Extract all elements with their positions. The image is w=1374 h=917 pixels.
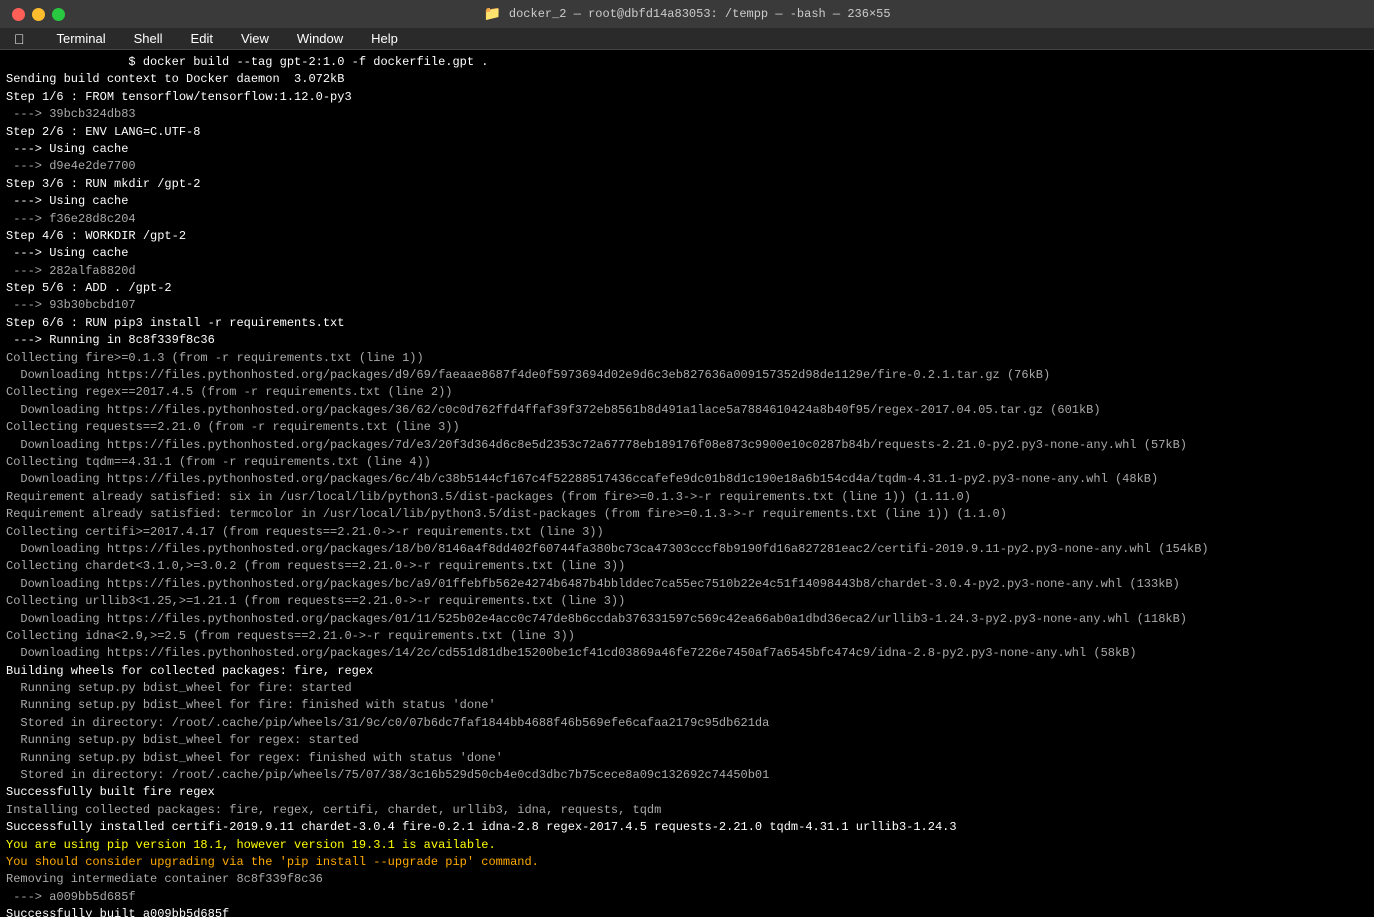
apple-menu[interactable]:  xyxy=(8,29,31,49)
terminal-line: Collecting chardet<3.1.0,>=3.0.2 (from r… xyxy=(6,558,1368,575)
terminal-line: Requirement already satisfied: termcolor… xyxy=(6,506,1368,523)
terminal-line: ---> 39bcb324db83 xyxy=(6,106,1368,123)
terminal-line: Building wheels for collected packages: … xyxy=(6,663,1368,680)
help-menu[interactable]: Help xyxy=(365,29,404,48)
terminal-line: ---> 93b30bcbd107 xyxy=(6,297,1368,314)
terminal-line: Collecting tqdm==4.31.1 (from -r require… xyxy=(6,454,1368,471)
terminal-line: Collecting requests==2.21.0 (from -r req… xyxy=(6,419,1368,436)
terminal-line: Downloading https://files.pythonhosted.o… xyxy=(6,402,1368,419)
terminal-line: Step 4/6 : WORKDIR /gpt-2 xyxy=(6,228,1368,245)
terminal-line: Step 5/6 : ADD . /gpt-2 xyxy=(6,280,1368,297)
minimize-button[interactable] xyxy=(32,8,45,21)
terminal-line: Requirement already satisfied: six in /u… xyxy=(6,489,1368,506)
menu-bar:  Terminal Shell Edit View Window Help xyxy=(0,28,1374,50)
terminal-line: Successfully installed certifi-2019.9.11… xyxy=(6,819,1368,836)
maximize-button[interactable] xyxy=(52,8,65,21)
terminal-line: Removing intermediate container 8c8f339f… xyxy=(6,871,1368,888)
terminal-content[interactable]: $ docker build --tag gpt-2:1.0 -f docker… xyxy=(0,50,1374,917)
edit-menu[interactable]: Edit xyxy=(185,29,219,48)
terminal-line: Downloading https://files.pythonhosted.o… xyxy=(6,471,1368,488)
terminal-line: Successfully built a009bb5d685f xyxy=(6,906,1368,917)
terminal-line: Successfully built fire regex xyxy=(6,784,1368,801)
terminal-line: Step 6/6 : RUN pip3 install -r requireme… xyxy=(6,315,1368,332)
terminal-line: Sending build context to Docker daemon 3… xyxy=(6,71,1368,88)
window-menu[interactable]: Window xyxy=(291,29,349,48)
terminal-line: Step 2/6 : ENV LANG=C.UTF-8 xyxy=(6,124,1368,141)
terminal-line: Running setup.py bdist_wheel for regex: … xyxy=(6,750,1368,767)
terminal-line: Collecting idna<2.9,>=2.5 (from requests… xyxy=(6,628,1368,645)
terminal-line: Step 1/6 : FROM tensorflow/tensorflow:1.… xyxy=(6,89,1368,106)
terminal-line: Downloading https://files.pythonhosted.o… xyxy=(6,367,1368,384)
terminal-line: Downloading https://files.pythonhosted.o… xyxy=(6,611,1368,628)
terminal-line: Collecting certifi>=2017.4.17 (from requ… xyxy=(6,524,1368,541)
traffic-lights xyxy=(12,8,65,21)
terminal-line: ---> Using cache xyxy=(6,193,1368,210)
view-menu[interactable]: View xyxy=(235,29,275,48)
title-bar: 📁 docker_2 — root@dbfd14a83053: /tempp —… xyxy=(0,0,1374,28)
terminal-line: $ docker build --tag gpt-2:1.0 -f docker… xyxy=(6,54,1368,71)
window-title: docker_2 — root@dbfd14a83053: /tempp — -… xyxy=(509,7,891,21)
shell-menu[interactable]: Shell xyxy=(128,29,169,48)
terminal-line: ---> d9e4e2de7700 xyxy=(6,158,1368,175)
terminal-line: ---> a009bb5d685f xyxy=(6,889,1368,906)
terminal-line: Collecting fire>=0.1.3 (from -r requirem… xyxy=(6,350,1368,367)
terminal-line: Running setup.py bdist_wheel for regex: … xyxy=(6,732,1368,749)
terminal-line: Stored in directory: /root/.cache/pip/wh… xyxy=(6,715,1368,732)
terminal-line: ---> Running in 8c8f339f8c36 xyxy=(6,332,1368,349)
terminal-line: Collecting urllib3<1.25,>=1.21.1 (from r… xyxy=(6,593,1368,610)
terminal-line: You should consider upgrading via the 'p… xyxy=(6,854,1368,871)
terminal-line: You are using pip version 18.1, however … xyxy=(6,837,1368,854)
folder-icon: 📁 xyxy=(483,6,500,23)
terminal-line: Downloading https://files.pythonhosted.o… xyxy=(6,576,1368,593)
terminal-line: Collecting regex==2017.4.5 (from -r requ… xyxy=(6,384,1368,401)
terminal-line: Downloading https://files.pythonhosted.o… xyxy=(6,541,1368,558)
terminal-window: 📁 docker_2 — root@dbfd14a83053: /tempp —… xyxy=(0,0,1374,917)
terminal-line: Installing collected packages: fire, reg… xyxy=(6,802,1368,819)
terminal-line: ---> f36e28d8c204 xyxy=(6,211,1368,228)
terminal-menu[interactable]: Terminal xyxy=(51,29,112,48)
terminal-line: Downloading https://files.pythonhosted.o… xyxy=(6,437,1368,454)
terminal-line: Running setup.py bdist_wheel for fire: f… xyxy=(6,697,1368,714)
close-button[interactable] xyxy=(12,8,25,21)
terminal-line: Downloading https://files.pythonhosted.o… xyxy=(6,645,1368,662)
title-bar-center: 📁 docker_2 — root@dbfd14a83053: /tempp —… xyxy=(483,6,890,23)
terminal-line: Step 3/6 : RUN mkdir /gpt-2 xyxy=(6,176,1368,193)
terminal-line: Stored in directory: /root/.cache/pip/wh… xyxy=(6,767,1368,784)
terminal-line: ---> Using cache xyxy=(6,141,1368,158)
terminal-line: Running setup.py bdist_wheel for fire: s… xyxy=(6,680,1368,697)
terminal-line: ---> 282alfa8820d xyxy=(6,263,1368,280)
terminal-line: ---> Using cache xyxy=(6,245,1368,262)
